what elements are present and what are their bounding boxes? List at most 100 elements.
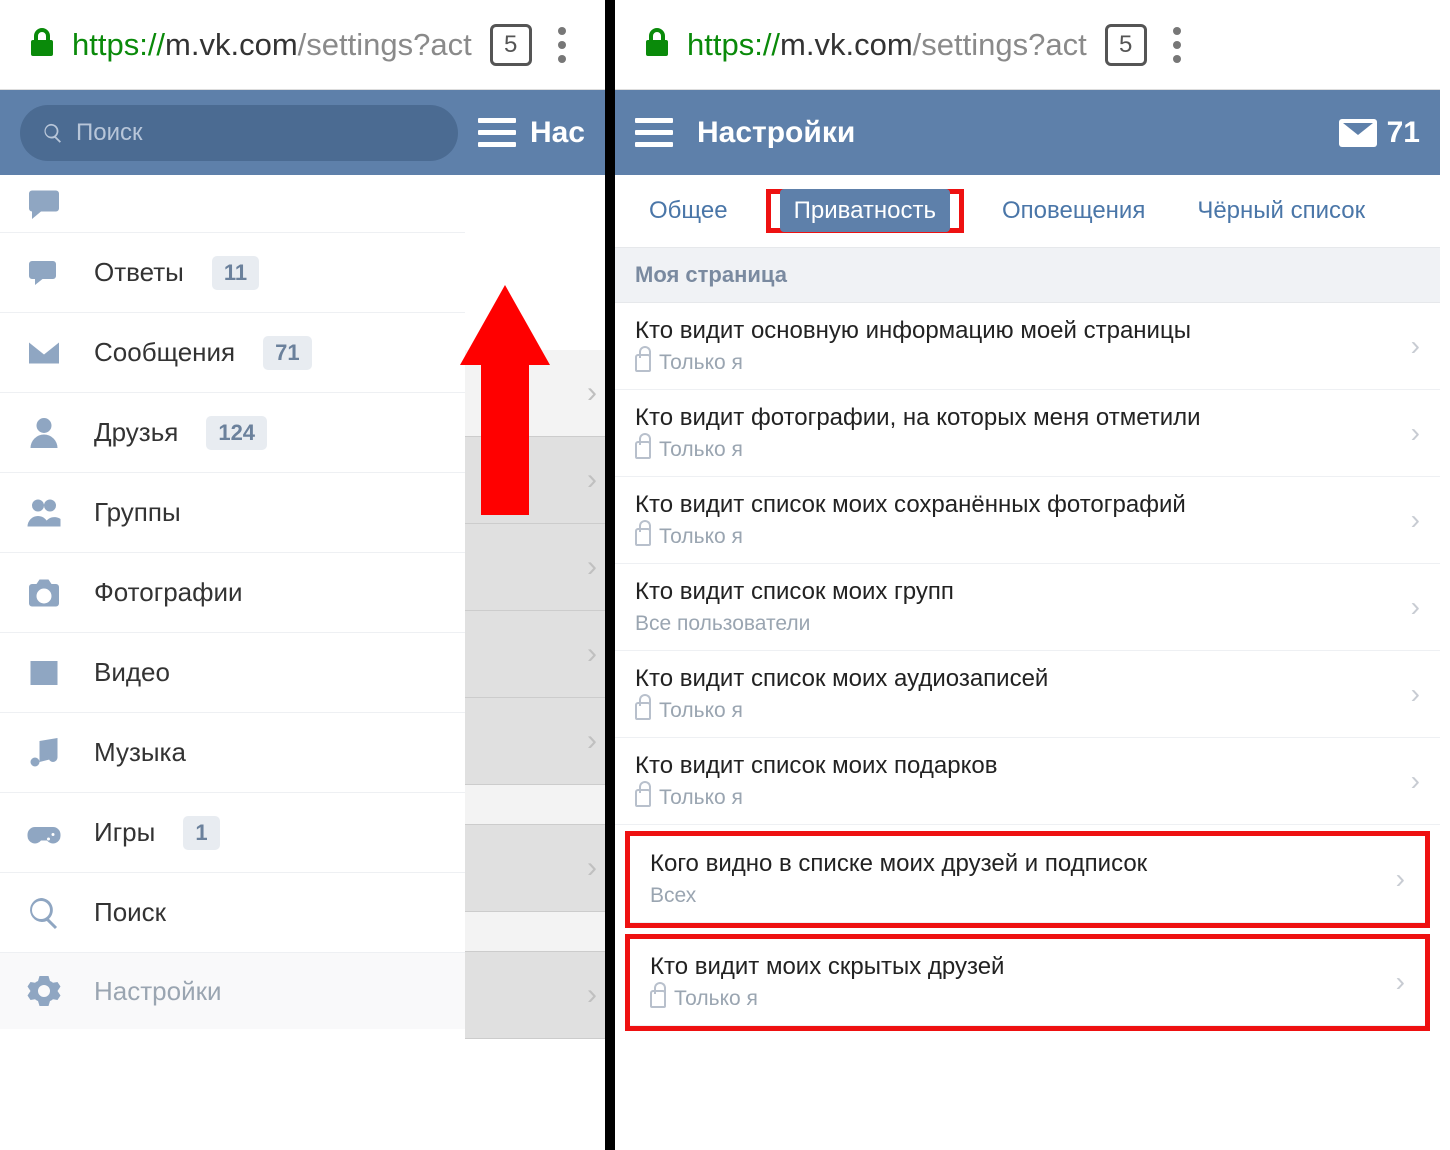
chevron-right-icon: › bbox=[1411, 591, 1420, 623]
chevron-right-icon: › bbox=[1411, 765, 1420, 797]
menu-label: Фотографии bbox=[94, 577, 243, 608]
settings-label: Настройки bbox=[94, 976, 222, 1007]
menu-label: Группы bbox=[94, 497, 181, 528]
row-title: Кто видит список моих сохранённых фотогр… bbox=[635, 491, 1397, 519]
row-value: Все пользователи bbox=[635, 612, 1397, 636]
music-icon bbox=[22, 731, 66, 775]
chevron-right-icon: › bbox=[1411, 678, 1420, 710]
sidebar-item-photos[interactable]: Фотографии bbox=[0, 553, 465, 633]
chevron-right-icon: › bbox=[1411, 417, 1420, 449]
hamburger-icon[interactable] bbox=[635, 118, 673, 147]
menu-label: Игры bbox=[94, 817, 155, 848]
menu-icon[interactable] bbox=[550, 27, 574, 63]
lock-icon bbox=[635, 354, 651, 372]
sidebar-item-messages[interactable]: Сообщения 71 bbox=[0, 313, 465, 393]
replies-icon bbox=[22, 251, 66, 295]
menu-icon[interactable] bbox=[1165, 27, 1189, 63]
sidebar-menu: Ответы11 Сообщения 71 Друзья 124 Группы Фотогр… bbox=[0, 175, 465, 1029]
gear-icon bbox=[22, 969, 66, 1013]
privacy-row[interactable]: Кто видит моих скрытых друзей Только я › bbox=[630, 939, 1425, 1026]
search-icon bbox=[22, 891, 66, 935]
row-value: Только я bbox=[635, 438, 1397, 462]
sidebar-item-games[interactable]: Игры 1 bbox=[0, 793, 465, 873]
menu-label: Видео bbox=[94, 657, 170, 688]
sidebar-item-replies[interactable]: Ответы11 bbox=[0, 233, 465, 313]
row-value: Всех bbox=[650, 884, 1382, 908]
row-value: Только я bbox=[635, 525, 1397, 549]
lock-icon bbox=[30, 28, 54, 61]
row-value: Только я bbox=[635, 351, 1397, 375]
row-value: Только я bbox=[650, 987, 1382, 1011]
lock-icon bbox=[635, 441, 651, 459]
chevron-right-icon: › bbox=[1411, 504, 1420, 536]
hamburger-icon[interactable] bbox=[478, 118, 516, 147]
privacy-row[interactable]: Кого видно в списке моих друзей и подпис… bbox=[630, 836, 1425, 923]
mail-badge[interactable]: 71 bbox=[1339, 116, 1420, 150]
row-title: Кто видит основную информацию моей стран… bbox=[635, 317, 1397, 345]
chat-icon bbox=[22, 182, 66, 226]
tab-count[interactable]: 5 bbox=[490, 24, 532, 66]
sidebar-item-partial[interactable] bbox=[0, 175, 465, 233]
search-input[interactable]: Поиск bbox=[20, 105, 458, 161]
chevron-right-icon: › bbox=[1396, 966, 1405, 998]
groups-icon bbox=[22, 491, 66, 535]
address-bar[interactable]: https://m.vk.com/settings?act 5 bbox=[0, 0, 605, 90]
messages-icon bbox=[22, 331, 66, 375]
row-title: Кто видит фотографии, на которых меня от… bbox=[635, 404, 1397, 432]
search-icon bbox=[42, 122, 64, 144]
menu-label: Музыка bbox=[94, 737, 186, 768]
url-text: https://m.vk.com/settings?act bbox=[687, 27, 1087, 63]
lock-icon bbox=[635, 528, 651, 546]
red-highlight-privacy: Приватность bbox=[766, 189, 964, 233]
mail-icon bbox=[1339, 119, 1377, 147]
menu-badge: 71 bbox=[263, 336, 311, 370]
tab-notifications[interactable]: Оповещения bbox=[988, 189, 1159, 233]
chevron-right-icon: › bbox=[1411, 330, 1420, 362]
tab-general[interactable]: Общее bbox=[635, 189, 742, 233]
chevron-right-icon: › bbox=[1396, 863, 1405, 895]
privacy-row[interactable]: Кто видит фотографии, на которых меня от… bbox=[615, 390, 1440, 477]
lock-icon bbox=[650, 990, 666, 1008]
menu-label: Друзья bbox=[94, 417, 178, 448]
row-title: Кто видит список моих групп bbox=[635, 578, 1397, 606]
header-title-partial: Нас bbox=[530, 116, 585, 150]
row-title: Кто видит список моих подарков bbox=[635, 752, 1397, 780]
row-title: Кто видит список моих аудиозаписей bbox=[635, 665, 1397, 693]
menu-label: Сообщения bbox=[94, 337, 235, 368]
privacy-row[interactable]: Кто видит список моих подарковТолько я› bbox=[615, 738, 1440, 825]
menu-label: Поиск bbox=[94, 897, 166, 928]
sidebar-item-groups[interactable]: Группы bbox=[0, 473, 465, 553]
privacy-row[interactable]: Кто видит основную информацию моей стран… bbox=[615, 303, 1440, 390]
privacy-row[interactable]: Кто видит список моих групп Все пользоват… bbox=[615, 564, 1440, 651]
row-value: Только я bbox=[635, 699, 1397, 723]
tab-privacy[interactable]: Приватность bbox=[780, 189, 950, 232]
sidebar-item-music[interactable]: Музыка bbox=[0, 713, 465, 793]
red-highlight-row: Кого видно в списке моих друзей и подпис… bbox=[625, 831, 1430, 928]
menu-badge: 1 bbox=[183, 816, 219, 850]
lock-icon bbox=[635, 789, 651, 807]
lock-icon bbox=[635, 702, 651, 720]
header-title: Настройки bbox=[697, 116, 855, 150]
menu-label: Ответы bbox=[94, 257, 184, 288]
privacy-row[interactable]: Кто видит список моих аудиозаписей Только… bbox=[615, 651, 1440, 738]
sidebar-item-friends[interactable]: Друзья 124 bbox=[0, 393, 465, 473]
row-title: Кого видно в списке моих друзей и подпис… bbox=[650, 850, 1382, 878]
sidebar-item-search[interactable]: Поиск bbox=[0, 873, 465, 953]
app-header: Настройки 71 bbox=[615, 90, 1440, 175]
video-icon bbox=[22, 651, 66, 695]
friends-icon bbox=[22, 411, 66, 455]
search-placeholder: Поиск bbox=[76, 119, 143, 147]
settings-tabs: Общее Приватность Оповещения Чёрный спис… bbox=[615, 175, 1440, 248]
photos-icon bbox=[22, 571, 66, 615]
tab-blacklist[interactable]: Чёрный список bbox=[1183, 189, 1379, 233]
privacy-row[interactable]: Кто видит список моих сохранённых фотогр… bbox=[615, 477, 1440, 564]
row-title: Кто видит моих скрытых друзей bbox=[650, 953, 1382, 981]
red-arrow-annotation bbox=[460, 285, 550, 515]
tab-count[interactable]: 5 bbox=[1105, 24, 1147, 66]
menu-badge: 124 bbox=[206, 416, 267, 450]
sidebar-item-settings[interactable]: Настройки bbox=[0, 953, 465, 1029]
address-bar[interactable]: https://m.vk.com/settings?act 5 bbox=[615, 0, 1440, 90]
app-header: Поиск Нас bbox=[0, 90, 605, 175]
mail-count: 71 bbox=[1387, 116, 1420, 150]
sidebar-item-video[interactable]: Видео bbox=[0, 633, 465, 713]
